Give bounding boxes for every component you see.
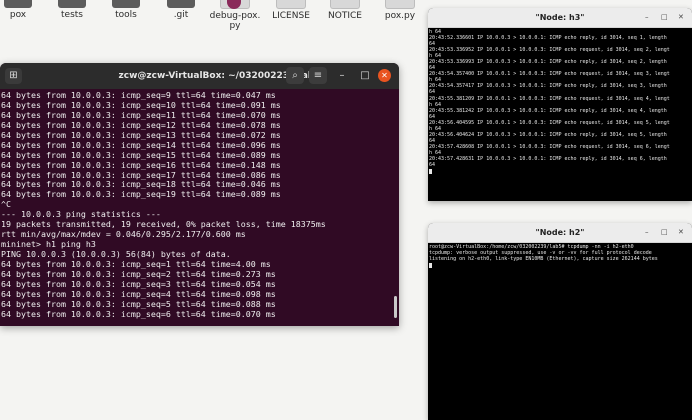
python-file-icon: [385, 0, 415, 9]
xterm-output[interactable]: root@zcw-VirtualBox:/home/zcw/032002239/…: [428, 243, 692, 269]
xterm-titlebar[interactable]: "Node: h3" – □ ✕: [428, 8, 692, 28]
minimize-icon[interactable]: –: [645, 223, 649, 242]
terminal-line: 20:43:55.381242 IP 10.0.0.3 > 10.0.0.1: …: [429, 107, 667, 114]
terminal-line: listening on h2-eth0, link-type EN10MB (…: [429, 256, 658, 263]
desktop-icon-pox[interactable]: pox: [0, 0, 48, 20]
terminal-line: 20:43:54.357400 IP 10.0.0.1 > 10.0.0.3: …: [429, 71, 670, 78]
desktop-icon-label: pox.py: [384, 11, 416, 21]
terminal-line: 20:43:53.336952 IP 10.0.0.1 > 10.0.0.3: …: [429, 47, 670, 54]
terminal-line: 20:43:53.336993 IP 10.0.0.3 > 10.0.0.1: …: [429, 59, 667, 66]
desktop-icon-git[interactable]: .git: [151, 0, 211, 20]
desktop-icon-label: tests: [61, 10, 83, 20]
folder-icon: [167, 0, 195, 8]
desktop-icon-debug-pox[interactable]: debug-pox. py: [205, 0, 265, 31]
close-icon[interactable]: ✕: [678, 223, 684, 242]
minimize-icon[interactable]: –: [645, 8, 649, 27]
xterm-title: "Node: h2": [535, 228, 585, 237]
terminal-line: 20:43:56.404624 IP 10.0.0.3 > 10.0.0.1: …: [429, 131, 667, 138]
desktop-icon-tests[interactable]: tests: [42, 0, 102, 20]
xterm-window-h2[interactable]: "Node: h2" – □ ✕ root@zcw-VirtualBox:/ho…: [428, 223, 692, 420]
desktop-icon-label: debug-pox. py: [209, 11, 261, 31]
terminal-line: 64 bytes from 10.0.0.3: icmp_seq=19 ttl=…: [1, 189, 281, 200]
desktop-icon-label: pox: [9, 10, 27, 20]
desktop-icon-tools[interactable]: tools: [96, 0, 156, 20]
maximize-icon[interactable]: □: [661, 223, 668, 242]
minimize-icon[interactable]: –: [333, 67, 351, 84]
desktop-icon-label: .git: [173, 10, 189, 20]
desktop-icon-pox-py[interactable]: pox.py: [370, 0, 430, 21]
close-icon[interactable]: ✕: [378, 69, 391, 82]
maximize-icon[interactable]: □: [661, 8, 668, 27]
xterm-window-h3[interactable]: "Node: h3" – □ ✕ h 64 20:43:52.336601 IP …: [428, 8, 692, 201]
desktop-icon-label: LICENSE: [272, 11, 310, 21]
text-file-icon: [330, 0, 360, 9]
python-script-icon: [220, 0, 250, 9]
folder-icon: [58, 0, 86, 8]
terminal-line: 20:43:55.381209 IP 10.0.0.1 > 10.0.0.3: …: [429, 95, 670, 102]
hamburger-menu-icon[interactable]: ≡: [309, 67, 327, 84]
desktop-icon-label: NOTICE: [328, 11, 362, 21]
folder-icon: [112, 0, 140, 8]
terminal-titlebar[interactable]: ⊞ zcw@zcw-VirtualBox: ~/032002239/lab5 ⌕…: [0, 63, 399, 89]
terminal-line: 20:43:57.428631 IP 10.0.0.3 > 10.0.0.1: …: [429, 155, 667, 162]
main-terminal-window[interactable]: ⊞ zcw@zcw-VirtualBox: ~/032002239/lab5 ⌕…: [0, 63, 399, 326]
cursor-icon: [429, 169, 432, 175]
desktop-icon-label: tools: [115, 10, 137, 20]
terminal-line: 64 bytes from 10.0.0.3: icmp_seq=6 ttl=6…: [1, 308, 276, 319]
cursor-icon: [429, 263, 432, 269]
terminal-line: [429, 168, 692, 175]
xterm-output[interactable]: h 64 20:43:52.336601 IP 10.0.0.3 > 10.0.0…: [428, 28, 692, 175]
xterm-title: "Node: h3": [535, 13, 585, 22]
terminal-line: 20:43:52.336601 IP 10.0.0.3 > 10.0.0.1: …: [429, 35, 667, 42]
xterm-titlebar[interactable]: "Node: h2" – □ ✕: [428, 223, 692, 243]
search-icon[interactable]: ⌕: [286, 67, 304, 84]
script-badge-icon: [227, 0, 241, 9]
folder-icon: [4, 0, 32, 8]
terminal-line: 20:43:56.404595 IP 10.0.0.1 > 10.0.0.3: …: [429, 119, 670, 126]
desktop-icon-notice[interactable]: NOTICE: [315, 0, 375, 21]
terminal-output[interactable]: 64 bytes from 10.0.0.3: icmp_seq=9 ttl=6…: [0, 89, 399, 320]
maximize-icon[interactable]: □: [356, 67, 374, 84]
close-icon[interactable]: ✕: [678, 8, 684, 27]
terminal-line: [429, 262, 692, 269]
terminal-line: 20:43:57.428608 IP 10.0.0.1 > 10.0.0.3: …: [429, 143, 670, 150]
terminal-line: 20:43:54.357417 IP 10.0.0.3 > 10.0.0.1: …: [429, 83, 667, 90]
terminal-scrollbar[interactable]: [394, 296, 397, 318]
desktop-icon-license[interactable]: LICENSE: [261, 0, 321, 21]
text-file-icon: [276, 0, 306, 9]
terminal-line: 64 bytes from 10.0.0.3: icmp_seq=16 ttl=…: [1, 159, 281, 170]
